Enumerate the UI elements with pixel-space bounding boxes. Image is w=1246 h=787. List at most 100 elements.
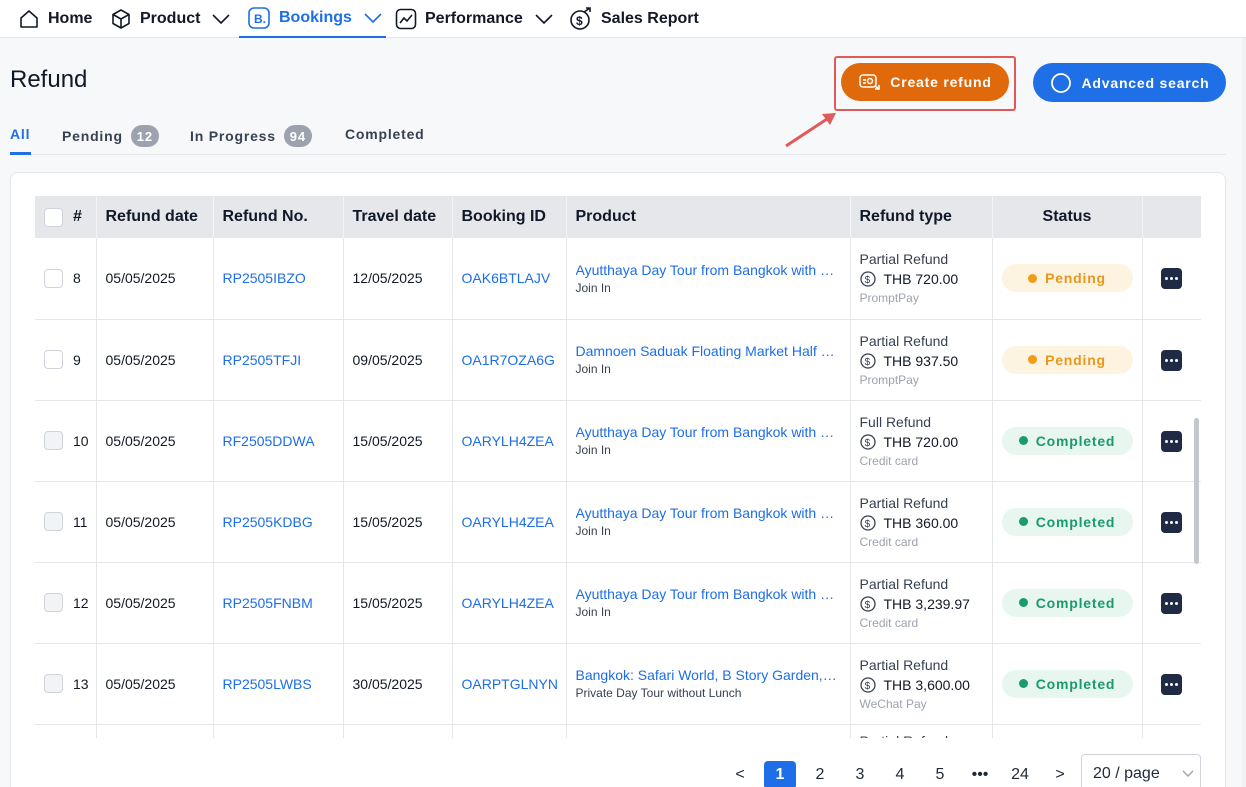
row-actions-button[interactable] xyxy=(1161,349,1182,371)
product-link[interactable]: Ayutthaya Day Tour from Bangkok with Lun… xyxy=(576,262,838,278)
refund-type-cell: Full Refund $ THB 720.00 Credit card xyxy=(850,400,993,482)
refund-no-link[interactable]: RP2505KDBG xyxy=(223,514,313,530)
row-actions-button[interactable] xyxy=(1161,511,1182,533)
nav-home[interactable]: Home xyxy=(18,0,92,38)
row-select-cell: 11 xyxy=(35,481,97,563)
top-navigation: Home Product B. Bookings Performance $ S… xyxy=(0,0,1246,38)
advanced-search-button[interactable]: Advanced search xyxy=(1033,63,1226,102)
nav-performance[interactable]: Performance xyxy=(395,0,553,38)
refund-amount-value: THB 937.50 xyxy=(883,352,959,369)
tab-all-label: All xyxy=(10,126,31,142)
row-actions-button[interactable] xyxy=(1161,673,1182,695)
product-link[interactable]: Ayutthaya Day Tour from Bangkok with Lun… xyxy=(576,586,838,602)
status-cell: Completed xyxy=(992,643,1143,725)
booking-id-link[interactable]: OARYLH4ZEA xyxy=(462,595,554,611)
nav-product-label: Product xyxy=(140,10,201,27)
sales-report-icon: $ xyxy=(570,7,591,30)
svg-text:$: $ xyxy=(864,357,870,368)
prev-page-button[interactable]: < xyxy=(720,766,760,784)
refund-no-link[interactable]: RP2505IBZO xyxy=(223,270,306,286)
product-option: Private Day Tour without Lunch xyxy=(575,686,742,700)
header-travel-date: Travel date xyxy=(343,196,453,238)
next-page-button[interactable]: > xyxy=(1040,766,1080,784)
row-checkbox[interactable] xyxy=(44,674,63,693)
booking-id-link[interactable]: OA1R7OZA6G xyxy=(462,352,555,368)
header-actions xyxy=(1142,196,1201,238)
svg-text:$: $ xyxy=(864,438,870,449)
travel-date-cell xyxy=(343,724,453,738)
table-scrollbar[interactable] xyxy=(1194,418,1199,564)
status-label: Completed xyxy=(1035,594,1116,611)
page-size-select[interactable]: 20 / page xyxy=(1081,754,1201,787)
refund-no-cell: RP2505TFJI xyxy=(213,319,344,401)
svg-text:$: $ xyxy=(864,600,870,611)
refund-type-cell: Partial Refund $ THB 720.00 PromptPay xyxy=(850,238,993,320)
booking-id-cell xyxy=(452,724,567,738)
status-label: Completed xyxy=(1035,675,1116,692)
page-edge xyxy=(1242,38,1246,787)
product-link[interactable]: Ayutthaya Day Tour from Bangkok with Lun… xyxy=(576,424,838,440)
product-link[interactable]: Bangkok: Safari World, B Story Garden, a… xyxy=(576,667,838,683)
tab-in-progress[interactable]: In Progress 94 xyxy=(190,125,312,147)
tab-pending-label: Pending xyxy=(62,128,123,144)
row-number: 13 xyxy=(73,675,89,692)
select-all-checkbox[interactable] xyxy=(44,207,63,227)
refund-type-label: Full Refund xyxy=(859,413,932,430)
nav-bookings[interactable]: B. Bookings xyxy=(239,0,386,38)
refund-no-link[interactable]: RP2505LWBS xyxy=(223,676,312,692)
booking-id-cell: OARYLH4ZEA xyxy=(452,562,567,644)
status-cell: Completed xyxy=(992,400,1143,482)
search-icon xyxy=(1050,72,1071,93)
product-cell: Damnoen Saduak Floating Market Half Day … xyxy=(566,319,851,401)
row-checkbox[interactable] xyxy=(44,593,63,612)
actions-cell xyxy=(1142,724,1201,738)
page-4-button[interactable]: 4 xyxy=(880,766,920,784)
nav-sales-report[interactable]: $ Sales Report xyxy=(569,0,699,38)
page-5-button[interactable]: 5 xyxy=(920,766,960,784)
row-checkbox[interactable] xyxy=(44,431,63,450)
page-3-button[interactable]: 3 xyxy=(840,766,880,784)
product-link[interactable]: Damnoen Saduak Floating Market Half Day … xyxy=(576,343,838,359)
booking-id-link[interactable]: OARYLH4ZEA xyxy=(462,433,554,449)
row-checkbox[interactable] xyxy=(44,512,63,531)
nav-sales-report-label: Sales Report xyxy=(601,10,699,27)
refund-no-cell: RP2505KDBG xyxy=(213,481,344,563)
status-label: Completed xyxy=(1035,513,1116,530)
page-2-button[interactable]: 2 xyxy=(800,766,840,784)
nav-home-label: Home xyxy=(48,10,93,27)
tab-completed[interactable]: Completed xyxy=(345,126,425,142)
product-link[interactable]: Ayutthaya Day Tour from Bangkok with Lun… xyxy=(576,505,838,521)
booking-id-link[interactable]: OARPTGLNYN xyxy=(462,676,558,692)
row-actions-button[interactable] xyxy=(1161,268,1182,290)
last-page-button[interactable]: 24 xyxy=(1000,766,1040,784)
dollar-circle-icon: $ xyxy=(859,433,876,450)
row-select-cell: 13 xyxy=(35,643,97,725)
dollar-circle-icon: $ xyxy=(859,595,876,612)
create-refund-button[interactable]: Create refund xyxy=(841,63,1009,101)
page-1-button[interactable]: 1 xyxy=(764,761,796,787)
svg-text:$: $ xyxy=(576,14,583,28)
status-tabs: All Pending 12 In Progress 94 Completed xyxy=(10,118,1226,155)
status-dot xyxy=(1028,273,1038,283)
row-checkbox[interactable] xyxy=(44,268,63,288)
refund-no-link[interactable]: RP2505FNBM xyxy=(223,595,313,611)
booking-id-link[interactable]: OARYLH4ZEA xyxy=(462,514,554,530)
refund-no-link[interactable]: RP2505TFJI xyxy=(223,352,302,368)
more-pages-ellipsis[interactable]: ••• xyxy=(960,766,1000,784)
booking-id-link[interactable]: OAK6BTLAJV xyxy=(462,270,551,286)
status-badge: Pending xyxy=(1001,345,1133,374)
tab-all[interactable]: All xyxy=(10,126,30,142)
row-actions-button[interactable] xyxy=(1161,430,1182,452)
booking-id-cell: OAK6BTLAJV xyxy=(452,238,567,320)
page-title: Refund xyxy=(10,66,88,93)
refund-amount: $ THB 720.00 xyxy=(859,271,983,287)
row-number: 8 xyxy=(73,270,81,287)
product-cell: Ayutthaya Day Tour from Bangkok with Lun… xyxy=(566,562,851,644)
nav-performance-label: Performance xyxy=(425,10,523,27)
row-actions-button[interactable] xyxy=(1161,592,1182,614)
nav-product[interactable]: Product xyxy=(110,0,231,38)
refund-no-link[interactable]: RF2505DDWA xyxy=(223,433,315,449)
row-checkbox[interactable] xyxy=(44,350,63,369)
refund-amount: $ THB 360.00 xyxy=(859,515,983,531)
tab-pending[interactable]: Pending 12 xyxy=(62,125,159,147)
